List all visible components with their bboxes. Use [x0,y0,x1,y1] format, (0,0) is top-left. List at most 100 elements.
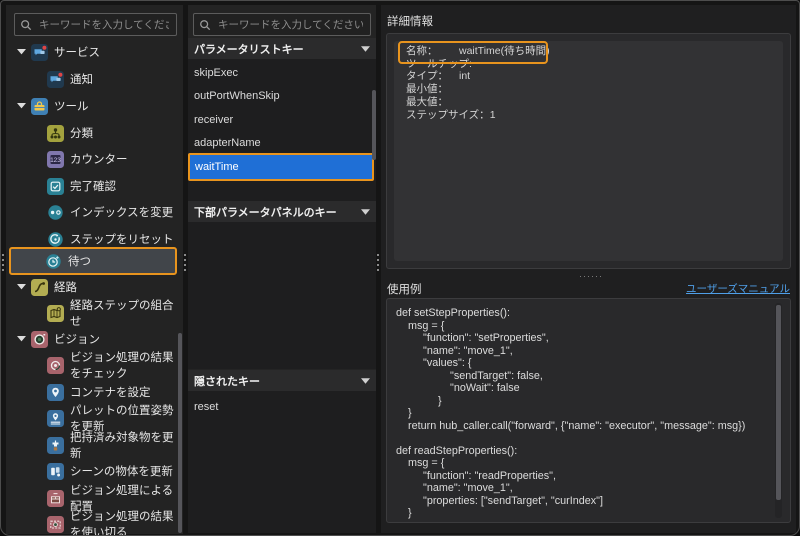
detail-row-tooltip: ツールチップ: [406,58,783,71]
param-item-outportwhenskip[interactable]: outPortWhenSkip [188,84,376,107]
usage-title: 使用例 [387,281,422,297]
app-window: サービス 通知 ツール 分類 123 カウンター 完了確認 インデックスを変更 [0,0,800,536]
notification-chat-icon [47,71,64,88]
vision-placement-icon [47,490,64,507]
section-header-hidden-keys[interactable]: 隠されたキー [188,370,376,391]
tree-item-completion-check[interactable]: 完了確認 [9,173,177,199]
tree-item-label: 完了確認 [70,178,116,194]
detail-row-min: 最小値： [406,83,783,96]
tree-search-input[interactable] [37,18,171,32]
code-scrollbar-track[interactable] [775,303,782,518]
expand-icon[interactable] [17,49,26,54]
classify-icon [47,125,64,142]
param-item-skipexec[interactable]: skipExec [188,61,376,84]
counter-icon: 123 [47,151,64,168]
detail-row-max: 最大値： [406,96,783,109]
toolbox-icon [31,98,48,115]
reset-step-icon [47,231,64,248]
expand-icon[interactable] [17,284,26,289]
param-item-adaptername[interactable]: adapterName [188,131,376,154]
param-search-input[interactable] [216,18,365,32]
tree-item-label: ステップをリセット [70,231,174,247]
tree-item-service[interactable]: サービス [9,39,177,65]
wait-clock-icon [45,253,62,270]
tree-item-pallet-pose[interactable]: パレットの位置姿勢を更新 [9,405,177,431]
left-mid-splitter-handle[interactable] [184,254,186,274]
tree-item-change-index[interactable]: インデックスを変更 [9,199,177,225]
tree-item-classify[interactable]: 分類 [9,120,177,146]
vision-check-icon [47,357,64,374]
hidden-key-list: reset [188,391,376,533]
tree-item-label: シーンの物体を更新 [70,463,173,479]
change-index-icon [47,204,64,221]
code-scrollbar-thumb[interactable] [776,305,781,500]
tree-item-vision-consume[interactable]: ビジョン処理の結果を使い切る [9,511,177,536]
scene-objects-icon [47,463,64,480]
parameter-keys-panel: パラメータリストキー skipExec outPortWhenSkip rece… [188,5,376,533]
tree-item-tools[interactable]: ツール [9,93,177,119]
section-header-param-list-keys[interactable]: パラメータリストキー [188,38,376,59]
collapse-icon[interactable] [361,46,370,52]
tree-item-label: 通知 [70,71,93,87]
detail-panel: 詳細情報 名称：waitTime(待ち時間) ツールチップ: タイプ：int 最… [381,5,796,533]
vision-camera-icon [31,331,48,348]
completion-check-icon [47,178,64,195]
tree-item-update-scene[interactable]: シーンの物体を更新 [9,458,177,484]
usage-code-box: def setStepProperties(): msg = { "functi… [386,298,791,523]
tree-item-counter[interactable]: 123 カウンター [9,146,177,172]
tree-item-label: 待つ [68,253,91,269]
container-pin-icon [47,384,64,401]
hidden-key-item-reset[interactable]: reset [188,395,376,418]
collapse-icon[interactable] [361,209,370,215]
tree-item-label: 経路 [54,279,77,295]
vision-consume-icon [47,516,64,533]
horizontal-splitter-handle[interactable]: ······ [579,271,603,281]
window-edge-handle[interactable] [2,254,4,274]
tree-item-label: ビジョン処理の結果をチェック [70,349,177,381]
param-search-box[interactable] [193,13,371,36]
tree-item-path-combination[interactable]: 経路ステップの組合せ [9,300,177,326]
tree-item-update-grasped[interactable]: 把持済み対象物を更新 [9,432,177,458]
tree-item-label: 経路ステップの組合せ [70,297,177,329]
tree-item-label: サービス [54,44,100,60]
tree-item-label: インデックスを変更 [70,204,173,220]
step-tree-panel: サービス 通知 ツール 分類 123 カウンター 完了確認 インデックスを変更 [6,5,183,534]
expand-icon[interactable] [17,103,26,108]
search-icon [20,19,32,31]
details-content: 名称：waitTime(待ち時間) ツールチップ: タイプ：int 最小値： 最… [394,41,783,261]
gripper-icon [47,437,64,454]
tree-item-vision-check[interactable]: ビジョン処理の結果をチェック [9,352,177,378]
detail-row-name: 名称：waitTime(待ち時間) [406,45,783,58]
detail-row-type: タイプ：int [406,70,783,83]
user-manual-link[interactable]: ユーザーズマニュアル [686,281,790,296]
tree-item-label: ビジョン [54,331,100,347]
lower-panel-key-list [188,222,376,369]
path-combination-icon [47,305,64,322]
tree-item-label: コンテナを設定 [70,384,151,400]
tree-item-notification[interactable]: 通知 [9,66,177,92]
details-title: 詳細情報 [387,13,433,29]
svg-text:123: 123 [50,157,61,164]
tree-item-label: 把持済み対象物を更新 [70,429,177,461]
param-list-scrollbar[interactable] [372,90,376,160]
service-chat-icon [31,44,48,61]
path-icon [31,279,48,296]
tree-scrollbar[interactable] [178,333,182,533]
code-text: def setStepProperties(): msg = { "functi… [387,299,790,520]
tree-item-label: ツール [54,98,89,114]
mid-right-splitter-handle[interactable] [377,254,379,274]
tree-search-box[interactable] [14,13,177,36]
pallet-pose-icon [47,410,64,427]
param-item-waittime-selected[interactable]: waitTime [188,153,374,181]
search-icon [199,19,211,31]
tree-item-label: カウンター [70,151,128,167]
section-header-lower-panel-keys[interactable]: 下部パラメータパネルのキー [188,201,376,222]
tree-item-label: 分類 [70,125,93,141]
detail-row-stepsize: ステップサイズ：1 [406,109,783,122]
param-item-receiver[interactable]: receiver [188,108,376,131]
details-box: 名称：waitTime(待ち時間) ツールチップ: タイプ：int 最小値： 最… [386,33,791,269]
collapse-icon[interactable] [361,378,370,384]
tree-item-wait[interactable]: 待つ [9,247,177,275]
param-list: skipExec outPortWhenSkip receiver adapte… [188,59,376,201]
expand-icon[interactable] [17,336,26,341]
